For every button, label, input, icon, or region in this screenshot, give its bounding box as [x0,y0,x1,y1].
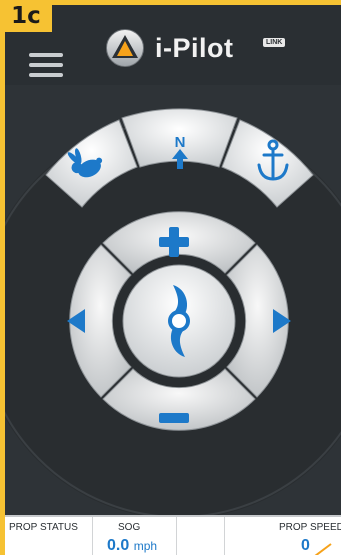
sog-value: 0.0 mph [107,537,158,554]
menu-bar [29,53,63,57]
status-bar: PROP STATUS SOG 0.0 mph PROP SPEED 0 [5,515,341,555]
prop-speed-cell: PROP SPEED 0 [225,517,341,555]
sog-cell: SOG 0.0 mph [93,517,177,555]
menu-bar [29,73,63,77]
step-badge: 1c [0,0,52,32]
app-header: i-Pilot LINK [5,5,341,85]
sog-label: SOG [118,522,141,533]
status-spacer-cell [177,517,225,555]
pilot-control-pad: N [5,108,341,515]
north-label: N [175,134,186,151]
prop-speed-gauge-icon [314,543,332,555]
brand-name: i-Pilot [155,33,234,63]
menu-button[interactable] [29,47,63,77]
minus-icon [159,413,189,423]
prop-status-cell: PROP STATUS [5,517,93,555]
ipilot-logo-icon [106,29,144,67]
menu-bar [29,63,63,67]
prop-speed-label: PROP SPEED [279,522,341,533]
prop-speed-value: 0 [301,537,310,554]
prop-status-label: PROP STATUS [9,522,78,533]
app-screen: i-Pilot LINK N PROP STATUS SOG 0.0 mph P… [5,5,341,555]
brand-link-tag: LINK [263,38,286,47]
